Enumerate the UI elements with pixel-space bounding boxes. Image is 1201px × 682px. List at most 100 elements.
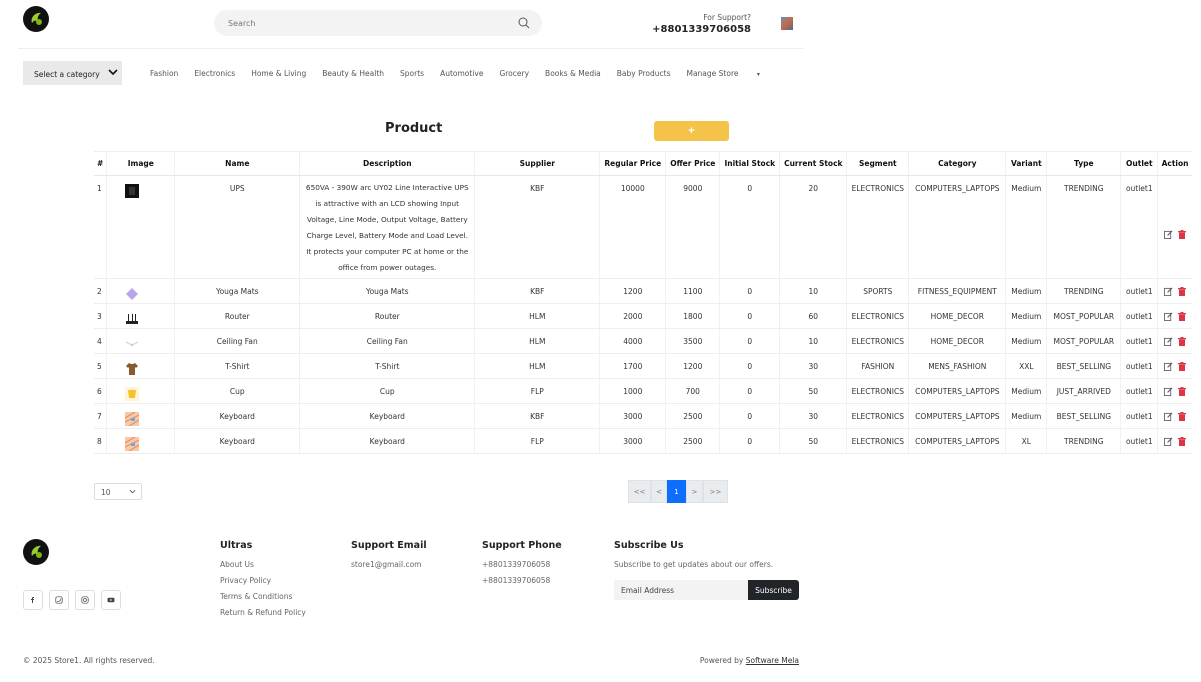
footer-col-title: Ultras bbox=[220, 540, 253, 551]
delete-icon[interactable] bbox=[1178, 362, 1187, 371]
product-description: Router bbox=[299, 303, 475, 329]
type: JUST_ARRIVED bbox=[1046, 378, 1121, 404]
delete-icon[interactable] bbox=[1178, 230, 1187, 239]
router-image bbox=[126, 314, 139, 324]
nav-item-baby-products[interactable]: Baby Products bbox=[617, 69, 671, 78]
page-current-button[interactable]: 1 bbox=[667, 480, 686, 503]
outlet: outlet1 bbox=[1120, 353, 1158, 379]
action-cell bbox=[1157, 428, 1192, 454]
avatar[interactable] bbox=[781, 17, 793, 30]
edit-icon[interactable] bbox=[1164, 337, 1173, 346]
instagram-icon[interactable] bbox=[75, 590, 95, 610]
product-description: Cup bbox=[299, 378, 475, 404]
product-table: # Image Name Description Supplier Regula… bbox=[94, 151, 1192, 454]
edit-icon[interactable] bbox=[1164, 312, 1173, 321]
support-email[interactable]: store1@gmail.com bbox=[351, 560, 421, 569]
search-icon[interactable] bbox=[518, 17, 530, 29]
support-phone-2[interactable]: +8801339706058 bbox=[482, 576, 550, 585]
table-row: 4 Ceiling Fan Ceiling Fan HLM 4000 3500 … bbox=[94, 328, 1192, 354]
page-last-button[interactable]: >> bbox=[703, 480, 728, 503]
facebook-icon[interactable] bbox=[23, 590, 43, 610]
nav-item-sports[interactable]: Sports bbox=[400, 69, 424, 78]
footer-link-terms[interactable]: Terms & Conditions bbox=[220, 592, 292, 601]
page-title: Product bbox=[385, 121, 443, 136]
delete-icon[interactable] bbox=[1178, 287, 1187, 296]
type: MOST_POPULAR bbox=[1046, 328, 1121, 354]
action-cell bbox=[1157, 278, 1192, 304]
footer-link-about[interactable]: About Us bbox=[220, 560, 254, 569]
col-header: Variant bbox=[1005, 151, 1047, 176]
variant: XL bbox=[1005, 428, 1047, 454]
variant: Medium bbox=[1005, 175, 1047, 279]
delete-icon[interactable] bbox=[1178, 312, 1187, 321]
type: BEST_SELLING bbox=[1046, 353, 1121, 379]
search-input[interactable] bbox=[228, 16, 508, 30]
nav-item-books-media[interactable]: Books & Media bbox=[545, 69, 601, 78]
support-phone-title: Support Phone bbox=[482, 540, 562, 551]
footer-logo[interactable] bbox=[23, 539, 49, 565]
nav-item-home-living[interactable]: Home & Living bbox=[251, 69, 306, 78]
col-header: Type bbox=[1046, 151, 1121, 176]
page-first-button[interactable]: << bbox=[628, 480, 651, 503]
powered-link[interactable]: Software Mela bbox=[746, 656, 799, 665]
table-row: 2 Youga Mats Youga Mats KBF 1200 1100 0 … bbox=[94, 278, 1192, 304]
caret-down-icon: ▾ bbox=[756, 71, 760, 78]
segment: ELECTRONICS bbox=[846, 175, 909, 279]
nav-item-beauty-health[interactable]: Beauty & Health bbox=[322, 69, 384, 78]
store-logo[interactable] bbox=[23, 6, 49, 32]
delete-icon[interactable] bbox=[1178, 387, 1187, 396]
footer-link-refund[interactable]: Return & Refund Policy bbox=[220, 608, 306, 617]
row-number: 5 bbox=[94, 353, 107, 379]
outlet: outlet1 bbox=[1120, 303, 1158, 329]
chevron-down-icon bbox=[129, 489, 136, 494]
product-image-cell bbox=[106, 428, 175, 454]
subscribe-title: Subscribe Us bbox=[614, 540, 684, 551]
subscribe-button[interactable]: Subscribe bbox=[748, 580, 799, 600]
col-header: Supplier bbox=[474, 151, 600, 176]
category-select[interactable]: Select a category bbox=[23, 61, 122, 85]
support-phone-1[interactable]: +8801339706058 bbox=[482, 560, 550, 569]
copyright: © 2025 Store1. All rights reserved. bbox=[23, 656, 155, 665]
twitter-icon[interactable] bbox=[49, 590, 69, 610]
page-size-select[interactable]: 10 bbox=[94, 483, 142, 500]
support-label: For Support? bbox=[703, 13, 751, 22]
variant: Medium bbox=[1005, 278, 1047, 304]
row-number: 7 bbox=[94, 403, 107, 429]
nav-item-electronics[interactable]: Electronics bbox=[194, 69, 235, 78]
delete-icon[interactable] bbox=[1178, 412, 1187, 421]
category: COMPUTERS_LAPTOPS bbox=[908, 428, 1006, 454]
search-bar bbox=[214, 10, 542, 36]
nav-item-grocery[interactable]: Grocery bbox=[499, 69, 529, 78]
youtube-icon[interactable] bbox=[101, 590, 121, 610]
edit-icon[interactable] bbox=[1164, 412, 1173, 421]
instagram-glyph-icon bbox=[81, 596, 89, 604]
add-product-button[interactable]: + bbox=[654, 121, 729, 141]
nav-item-fashion[interactable]: Fashion bbox=[150, 69, 178, 78]
regular-price: 4000 bbox=[599, 328, 666, 354]
col-header: Segment bbox=[846, 151, 909, 176]
subscribe-email-input[interactable] bbox=[614, 580, 748, 600]
initial-stock: 0 bbox=[719, 353, 780, 379]
outlet: outlet1 bbox=[1120, 328, 1158, 354]
edit-icon[interactable] bbox=[1164, 387, 1173, 396]
table-row: 8 Keyboard Keyboard FLP 3000 2500 0 50 E… bbox=[94, 428, 1192, 454]
page-next-button[interactable]: > bbox=[686, 480, 703, 503]
nav-manage-store[interactable]: Manage Store ▾ bbox=[686, 69, 775, 78]
col-header: Description bbox=[299, 151, 475, 176]
product-name: T-Shirt bbox=[174, 353, 300, 379]
edit-icon[interactable] bbox=[1164, 287, 1173, 296]
col-header: # bbox=[94, 151, 107, 176]
footer-link-privacy[interactable]: Privacy Policy bbox=[220, 576, 271, 585]
edit-icon[interactable] bbox=[1164, 437, 1173, 446]
variant: Medium bbox=[1005, 328, 1047, 354]
edit-icon[interactable] bbox=[1164, 230, 1173, 239]
product-image-cell bbox=[106, 353, 175, 379]
nav-item-automotive[interactable]: Automotive bbox=[440, 69, 483, 78]
col-header: Category bbox=[908, 151, 1006, 176]
segment: ELECTRONICS bbox=[846, 303, 909, 329]
page-prev-button[interactable]: < bbox=[651, 480, 667, 503]
delete-icon[interactable] bbox=[1178, 437, 1187, 446]
action-cell bbox=[1157, 303, 1192, 329]
delete-icon[interactable] bbox=[1178, 337, 1187, 346]
edit-icon[interactable] bbox=[1164, 362, 1173, 371]
